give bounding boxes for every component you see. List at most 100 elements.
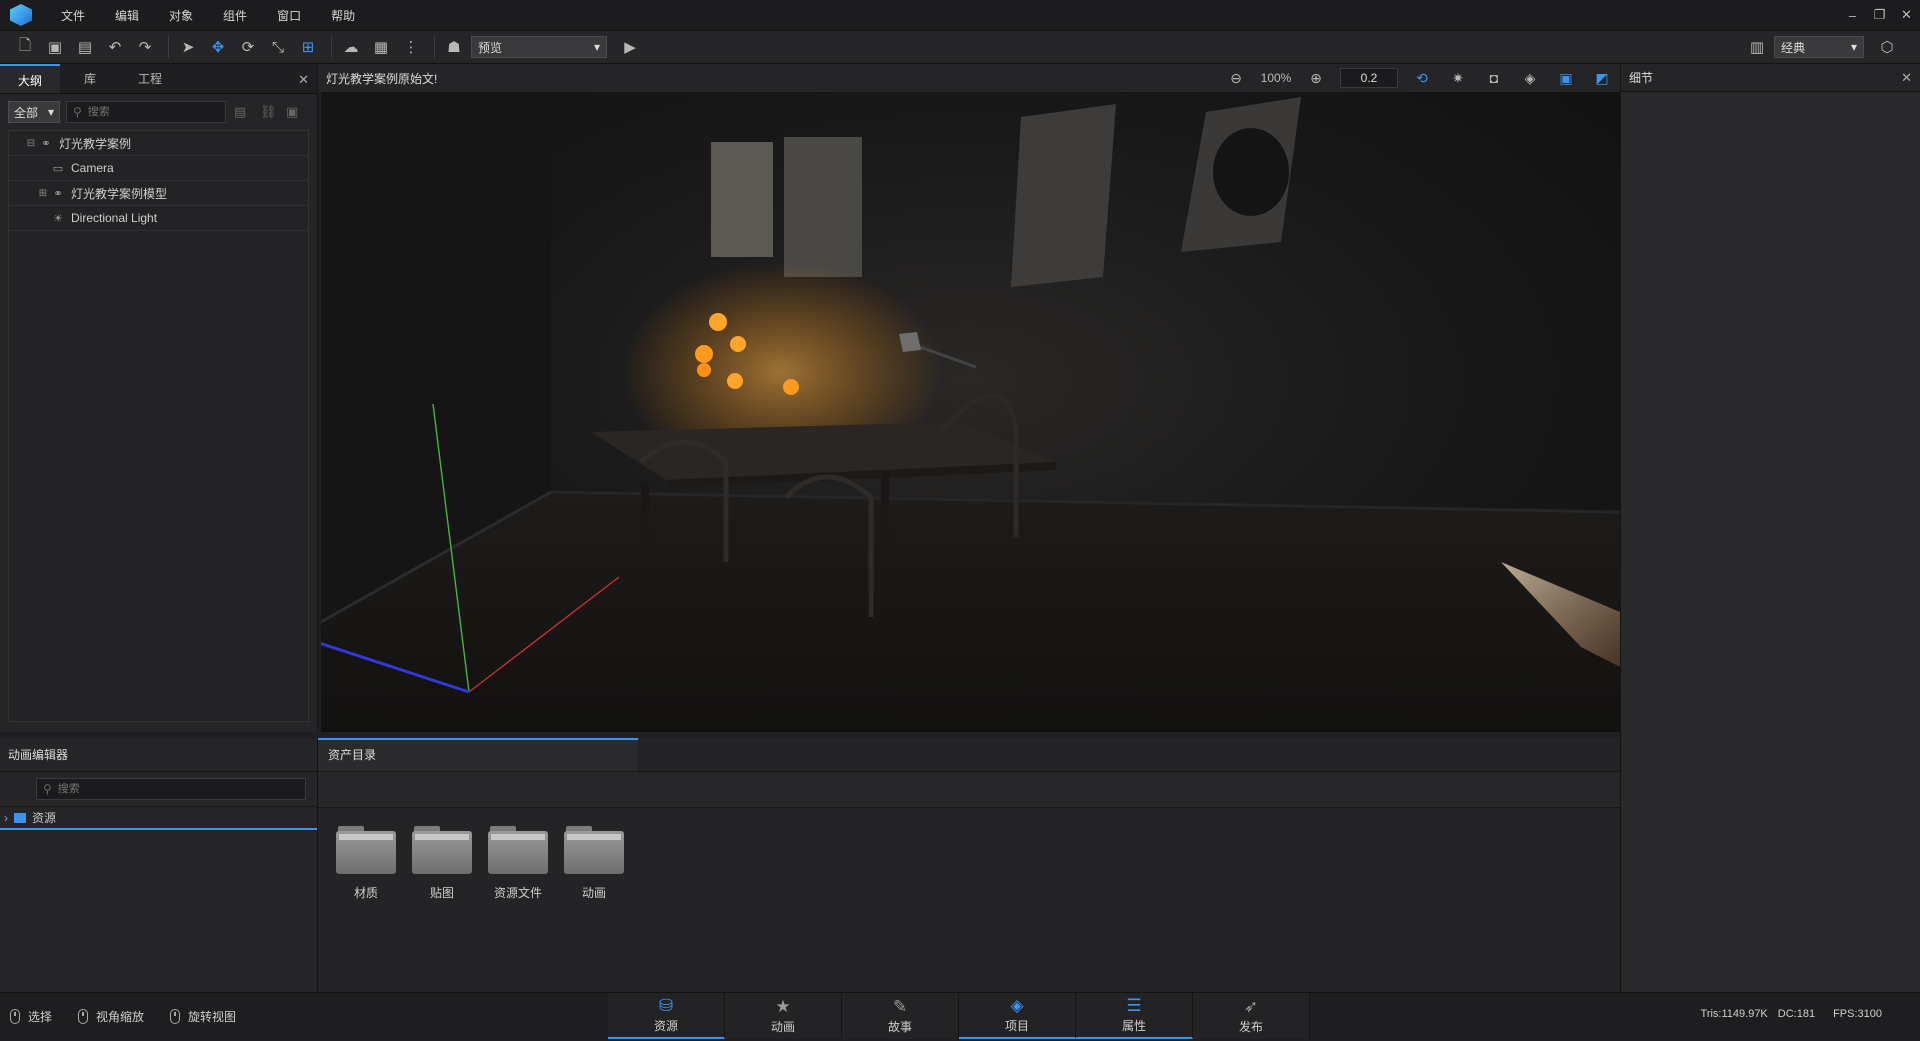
poster [784, 137, 862, 277]
tab-outline[interactable]: 大纲 [0, 64, 60, 93]
chevron-down-icon: ▾ [1850, 40, 1857, 54]
menu-window[interactable]: 窗口 [262, 7, 316, 24]
local-coords-icon[interactable]: ⊞ [295, 34, 321, 60]
hint-rotate: 旋转视图 [170, 1008, 236, 1025]
folder-icon [564, 826, 624, 874]
menu-edit[interactable]: 编辑 [100, 7, 154, 24]
toolbar-right: ▥ 经典 ▾ ⬡ [1744, 34, 1920, 60]
rotate-tool-icon[interactable]: ⟳ [235, 34, 261, 60]
layout-icon[interactable]: ▥ [1744, 34, 1770, 60]
details-panel: 细节 ✕ [1620, 64, 1920, 992]
poster [711, 142, 773, 257]
hint-rotate-label: 旋转视图 [188, 1010, 237, 1024]
folder-label: 资源文件 [493, 886, 542, 900]
hint-zoom-label: 视角缩放 [96, 1010, 145, 1024]
hint-select: 选择 [10, 1008, 52, 1025]
cube-icon[interactable]: ◈ [1512, 70, 1548, 87]
zoom-in-icon[interactable]: ⊕ [1298, 70, 1334, 87]
asset-catalog-panel: 资产目录 材质 贴图 资源文件 动画 [318, 738, 1620, 992]
collapse-icon[interactable]: ▣ [286, 104, 304, 120]
filter-select[interactable]: 全部 ▾ [8, 101, 60, 123]
scale-tool-icon[interactable]: ⤡ [265, 34, 291, 60]
menu-object[interactable]: 对象 [154, 7, 208, 24]
tree-item-label: 灯光教学案例模型 [71, 186, 168, 201]
close-window-button[interactable]: ✕ [1893, 7, 1920, 23]
light-gizmo-icon[interactable]: ✷ [1440, 70, 1476, 87]
menu-bar: 文件 编辑 对象 组件 窗口 帮助 [0, 0, 1920, 30]
folder-item-materials[interactable]: 材质 [328, 826, 404, 901]
camera-mode-icon[interactable]: ⟲ [1404, 70, 1440, 87]
mouse-wheel-icon [78, 1009, 88, 1024]
search-icon: ⚲ [73, 105, 82, 119]
tab-properties[interactable]: ☰ 属性 [1076, 993, 1193, 1039]
zoom-level: 100% [1260, 71, 1292, 85]
undo-icon[interactable]: ↶ [102, 34, 128, 60]
redo-icon[interactable]: ↷ [132, 34, 158, 60]
tab-label: 资源 [653, 1019, 678, 1033]
anim-search-input[interactable] [57, 783, 168, 795]
camera-icon: ▭ [52, 162, 64, 175]
folder-icon [412, 826, 472, 874]
play-icon[interactable]: ▶ [617, 34, 643, 60]
tab-asset-catalog[interactable]: 资产目录 [318, 738, 638, 771]
new-file-icon[interactable]: 🗋 [12, 34, 38, 60]
tab-library[interactable]: 库 [60, 64, 120, 93]
filter-icon[interactable]: ▤ [234, 104, 252, 120]
tree-item-label: Camera [71, 161, 114, 175]
minimize-button[interactable]: – [1839, 8, 1866, 23]
scene-viewport[interactable] [321, 92, 1620, 732]
save-all-icon[interactable]: ▤ [72, 34, 98, 60]
close-icon[interactable]: ✕ [298, 72, 309, 88]
link-icon[interactable]: ⛓ [260, 104, 278, 120]
select-tool-icon[interactable]: ➤ [175, 34, 201, 60]
perspective-icon[interactable]: ▣ [1548, 70, 1584, 87]
tab-resources[interactable]: ⛁ 资源 [608, 993, 725, 1039]
outline-search-input[interactable] [87, 106, 198, 118]
rocket-icon: ➶ [1243, 997, 1259, 1016]
snap-grid-icon[interactable]: ⋮ [398, 34, 424, 60]
tab-project[interactable]: ◈ 项目 [959, 993, 1076, 1039]
close-icon[interactable]: ✕ [1901, 64, 1912, 92]
layout-select[interactable]: 经典 ▾ [1774, 36, 1864, 58]
chevron-right-icon[interactable]: › [4, 811, 8, 825]
anim-search-row: ⚲ [0, 772, 317, 806]
zoom-out-icon[interactable]: ⊖ [1218, 70, 1254, 87]
grid-icon[interactable]: ▦ [368, 34, 394, 60]
move-tool-icon[interactable]: ✥ [205, 34, 231, 60]
tree-item-directional-light[interactable]: ☀ Directional Light [9, 206, 308, 231]
menu-file[interactable]: 文件 [46, 7, 100, 24]
leaf-silhouette [1213, 128, 1289, 216]
resource-tree-root[interactable]: › 资源 [0, 806, 317, 830]
render-quality-icon[interactable]: ◩ [1584, 70, 1620, 87]
folder-icon [336, 826, 396, 874]
tree-item-root[interactable]: ⊟ ⚭ 灯光教学案例 [9, 131, 308, 156]
tab-animation[interactable]: ★ 动画 [725, 993, 842, 1039]
viewport-header: 灯光教学案例原始文! ⊖ 100% ⊕ 0.2 ⟲ ✷ ◘ ◈ ▣ ◩ [318, 64, 1620, 92]
tab-project[interactable]: 工程 [120, 64, 180, 93]
camera-speed-field[interactable]: 0.2 [1340, 68, 1398, 88]
camera-icon[interactable]: ◘ [1476, 70, 1512, 86]
app-logo-icon [10, 4, 32, 26]
animation-editor-title: 动画编辑器 [0, 738, 317, 772]
user-icon[interactable]: ☗ [441, 34, 467, 60]
outline-panel: 大纲 库 工程 ✕ 全部 ▾ ⚲ ▤ ⛓ ▣ ⊟ ⚭ 灯光教学案例 ▭ Came… [0, 64, 318, 732]
expand-toggle-icon[interactable]: ⊞ [37, 188, 49, 199]
restore-button[interactable]: ❐ [1866, 7, 1893, 23]
preview-select[interactable]: 预览 ▾ [471, 36, 607, 58]
mode-tabs: ⛁ 资源 ★ 动画 ✎ 故事 ◈ 项目 ☰ 属性 ➶ 发布 [608, 993, 1310, 1041]
menu-help[interactable]: 帮助 [316, 7, 370, 24]
filter-select-value: 全部 [14, 105, 39, 120]
folder-item-textures[interactable]: 贴图 [404, 826, 480, 901]
tree-item-camera[interactable]: ▭ Camera [9, 156, 308, 181]
tab-label: 属性 [1121, 1019, 1146, 1033]
tree-item-model[interactable]: ⊞ ⚭ 灯光教学案例模型 [9, 181, 308, 206]
menu-component[interactable]: 组件 [208, 7, 262, 24]
save-icon[interactable]: ▣ [42, 34, 68, 60]
settings-hex-icon[interactable]: ⬡ [1874, 34, 1900, 60]
tab-story[interactable]: ✎ 故事 [842, 993, 959, 1039]
collapse-toggle-icon[interactable]: ⊟ [25, 138, 37, 149]
cloud-icon[interactable]: ☁ [338, 34, 364, 60]
tab-publish[interactable]: ➶ 发布 [1193, 993, 1310, 1039]
folder-item-animations[interactable]: 动画 [556, 826, 632, 901]
folder-item-resources[interactable]: 资源文件 [480, 826, 556, 901]
